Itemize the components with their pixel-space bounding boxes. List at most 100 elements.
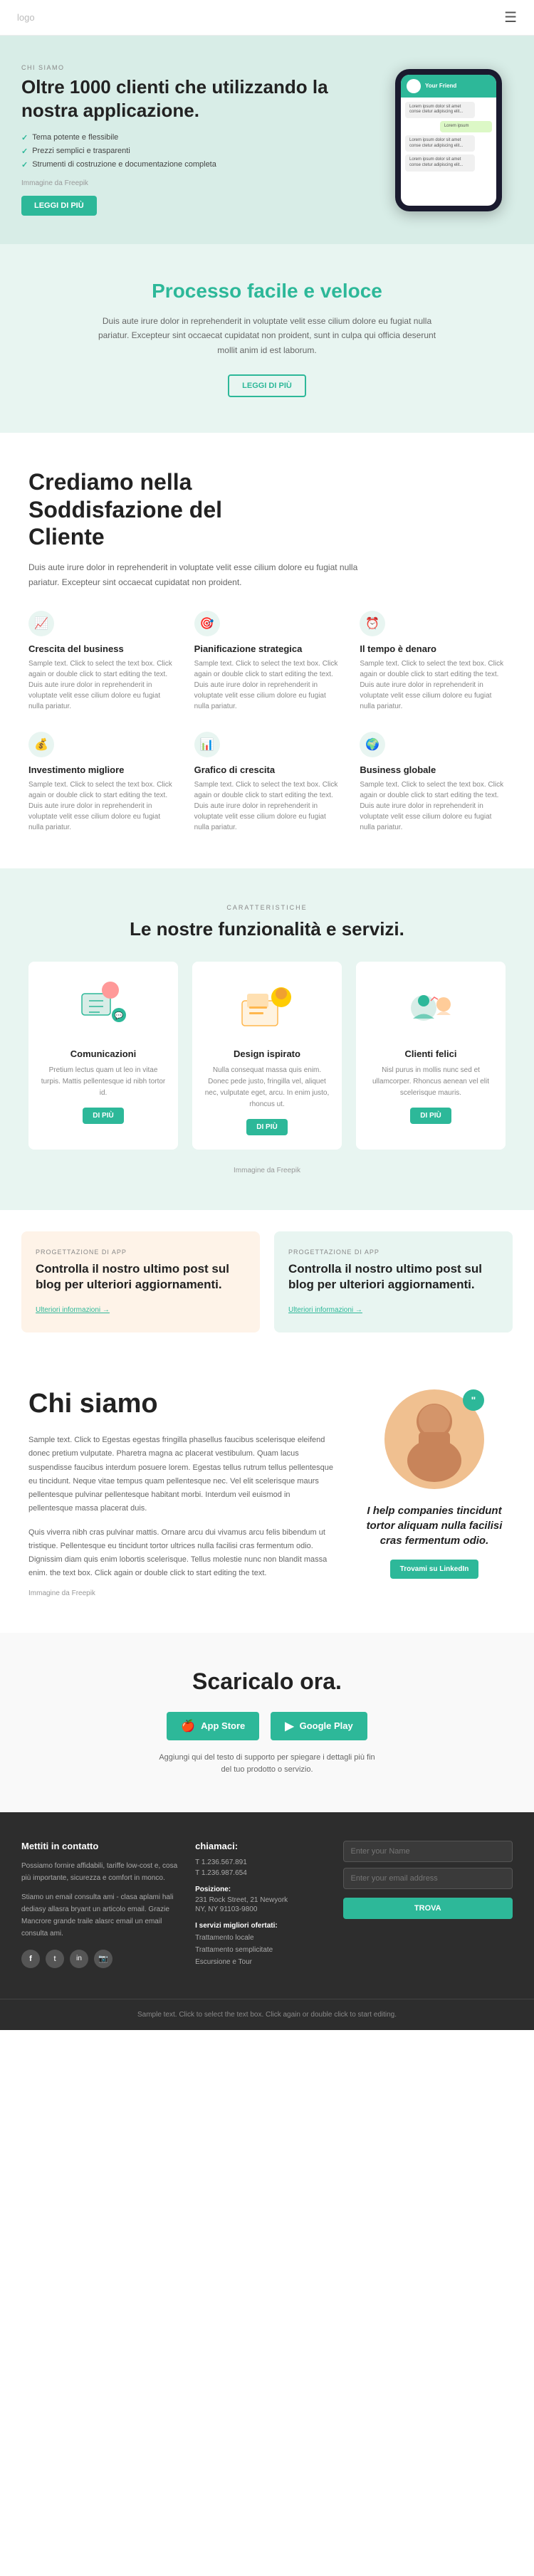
hero-image-credit: Immagine da Freepik <box>21 179 370 187</box>
app-store-label: App Store <box>201 1720 245 1731</box>
blog-link-1[interactable]: Ulteriori informazioni → <box>288 1306 362 1314</box>
about-description-1: Sample text. Click to Egestas egestas fr… <box>28 1434 335 1516</box>
apple-icon: 🍎 <box>181 1719 195 1733</box>
card-title-1: Design ispirato <box>204 1048 330 1059</box>
quote-badge: " <box>463 1389 484 1411</box>
feature-card-1: Design ispirato Nulla consequat massa qu… <box>192 962 342 1150</box>
features-image-credit: Immagine da Freepik <box>28 1167 506 1174</box>
feature-desc-4: Sample text. Click to select the text bo… <box>194 779 340 833</box>
footer-bottom-text: Sample text. Click to select the text bo… <box>21 2011 513 2019</box>
facebook-icon[interactable]: f <box>21 1950 40 1968</box>
hero-cta-button[interactable]: LEGGI DI PIÙ <box>21 196 97 216</box>
feature-card-0: 💬 Comunicazioni Pretium lectus quam ut l… <box>28 962 178 1150</box>
footer-phone-1: T 1.236.567.891 <box>195 1859 325 1866</box>
footer-service-2[interactable]: Escursione e Tour <box>195 1958 325 1966</box>
hero-features-list: ✓Tema potente e flessibile ✓Prezzi sempl… <box>21 133 370 169</box>
footer-title-1: Mettiti in contatto <box>21 1841 178 1851</box>
feature-item-2: ⏰ Il tempo è denaro Sample text. Click t… <box>360 611 506 712</box>
hero-section: CHI SIAMO Oltre 1000 clienti che utilizz… <box>0 36 534 244</box>
footer-services-label: I servizi migliori ofertati: <box>195 1922 325 1930</box>
feature-desc-2: Sample text. Click to select the text bo… <box>360 658 506 712</box>
footer-email-note: Stiamo un email consulta ami - clasa apl… <box>21 1891 178 1940</box>
feature-title-2: Il tempo è denaro <box>360 643 506 654</box>
feature-desc-1: Sample text. Click to select the text bo… <box>194 658 340 712</box>
hero-label: CHI SIAMO <box>21 64 370 71</box>
process-section: Processo facile e veloce Duis aute irure… <box>0 244 534 433</box>
hamburger-icon[interactable]: ☰ <box>504 9 517 26</box>
blog-label-1: Progettazione di app <box>288 1248 498 1256</box>
hero-feature-2: ✓Prezzi semplici e trasparenti <box>21 147 370 156</box>
about-right: " I help companies tincidunt tortor aliq… <box>363 1389 506 1579</box>
footer-title-2: chiamaci: <box>195 1841 325 1851</box>
feature-desc-5: Sample text. Click to select the text bo… <box>360 779 506 833</box>
card-cta-2[interactable]: DI PIÙ <box>410 1108 451 1124</box>
footer-address-label: Posizione: <box>195 1886 325 1893</box>
footer-email-input[interactable] <box>343 1868 513 1889</box>
feature-card-2: Clienti felici Nisl purus in mollis nunc… <box>356 962 506 1150</box>
card-desc-2: Nisl purus in mollis nunc sed et ullamco… <box>367 1065 494 1099</box>
footer-phone-2: T 1.236.987.654 <box>195 1869 325 1877</box>
hero-phone-mockup: Your Friend Lorem ipsum dolor sit amet c… <box>384 69 513 211</box>
about-section: Chi siamo Sample text. Click to Egestas … <box>0 1354 534 1632</box>
feature-title-4: Grafico di crescita <box>194 764 340 775</box>
google-play-button[interactable]: ▶ Google Play <box>271 1712 367 1740</box>
footer-submit-button[interactable]: TROVA <box>343 1898 513 1919</box>
footer-service-0[interactable]: Trattamento locale <box>195 1934 325 1942</box>
footer-city: NY, NY 91103-9800 <box>195 1905 325 1913</box>
feature-item-4: 📊 Grafico di crescita Sample text. Click… <box>194 732 340 833</box>
twitter-icon[interactable]: t <box>46 1950 64 1968</box>
card-cta-0[interactable]: DI PIÙ <box>83 1108 123 1124</box>
logo: logo <box>17 12 35 23</box>
process-description: Duis aute irure dolor in reprehenderit i… <box>89 314 445 357</box>
features-cards-section: CARATTERISTICHE Le nostre funzionalità e… <box>0 868 534 1210</box>
feature-title-1: Pianificazione strategica <box>194 643 340 654</box>
footer-address: 231 Rock Street, 21 Newyork <box>195 1896 325 1904</box>
features-title: Le nostre funzionalità e servizi. <box>28 918 506 940</box>
feature-desc-3: Sample text. Click to select the text bo… <box>28 779 174 833</box>
download-title: Scaricalo ora. <box>28 1668 506 1695</box>
svg-text:💬: 💬 <box>115 1011 124 1020</box>
satisfaction-title: Crediamo nella Soddisfazione del Cliente <box>28 468 299 550</box>
card-desc-0: Pretium lectus quam ut leo in vitae turp… <box>40 1065 167 1099</box>
footer-name-input[interactable] <box>343 1841 513 1862</box>
card-cta-1[interactable]: DI PIÙ <box>246 1119 287 1135</box>
satisfaction-features-grid: 📈 Crescita del business Sample text. Cli… <box>28 611 506 833</box>
social-icons: f t in 📷 <box>21 1950 178 1968</box>
blog-card-0: Progettazione di app Controlla il nostro… <box>21 1231 260 1332</box>
google-play-label: Google Play <box>300 1720 353 1731</box>
about-quote: I help companies tincidunt tortor aliqua… <box>363 1503 506 1548</box>
feature-desc-0: Sample text. Click to select the text bo… <box>28 658 174 712</box>
satisfaction-section: Crediamo nella Soddisfazione del Cliente… <box>0 433 534 868</box>
about-title: Chi siamo <box>28 1389 335 1419</box>
google-play-icon: ▶ <box>285 1719 293 1733</box>
feature-item-5: 🌍 Business globale Sample text. Click to… <box>360 732 506 833</box>
linkedin-button[interactable]: Trovami su LinkedIn <box>390 1560 479 1579</box>
footer-col-2: chiamaci: T 1.236.567.891 T 1.236.987.65… <box>195 1841 325 1970</box>
blog-link-0[interactable]: Ulteriori informazioni → <box>36 1306 110 1314</box>
footer-service-1[interactable]: Trattamento semplicitate <box>195 1946 325 1954</box>
blog-card-1: Progettazione di app Controlla il nostro… <box>274 1231 513 1332</box>
download-buttons: 🍎 App Store ▶ Google Play <box>28 1712 506 1740</box>
linkedin-icon[interactable]: in <box>70 1950 88 1968</box>
app-store-button[interactable]: 🍎 App Store <box>167 1712 259 1740</box>
footer-col-3: TROVA <box>343 1841 513 1970</box>
hero-feature-3: ✓Strumenti di costruzione e documentazio… <box>21 160 370 169</box>
feature-item-1: 🎯 Pianificazione strategica Sample text.… <box>194 611 340 712</box>
phone-contact-name: Your Friend <box>425 83 456 89</box>
feature-item-3: 💰 Investimento migliore Sample text. Cli… <box>28 732 174 833</box>
hero-title: Oltre 1000 clienti che utilizzando la no… <box>21 75 370 122</box>
feature-item-0: 📈 Crescita del business Sample text. Cli… <box>28 611 174 712</box>
features-cards-grid: 💬 Comunicazioni Pretium lectus quam ut l… <box>28 962 506 1150</box>
about-image-credit: Immagine da Freepik <box>28 1589 335 1597</box>
footer: Mettiti in contatto Possiamo fornire aff… <box>0 1812 534 1999</box>
download-note: Aggiungi qui del testo di supporto per s… <box>153 1752 381 1777</box>
process-cta-button[interactable]: LEGGI DI PIÙ <box>228 374 306 397</box>
footer-bottom: Sample text. Click to select the text bo… <box>0 1999 534 2030</box>
hero-feature-1: ✓Tema potente e flessibile <box>21 133 370 142</box>
instagram-icon[interactable]: 📷 <box>94 1950 112 1968</box>
feature-title-0: Crescita del business <box>28 643 174 654</box>
footer-col-1: Mettiti in contatto Possiamo fornire aff… <box>21 1841 178 1970</box>
feature-title-5: Business globale <box>360 764 506 775</box>
footer-desc-1: Possiamo fornire affidabili, tariffe low… <box>21 1860 178 1884</box>
feature-title-3: Investimento migliore <box>28 764 174 775</box>
